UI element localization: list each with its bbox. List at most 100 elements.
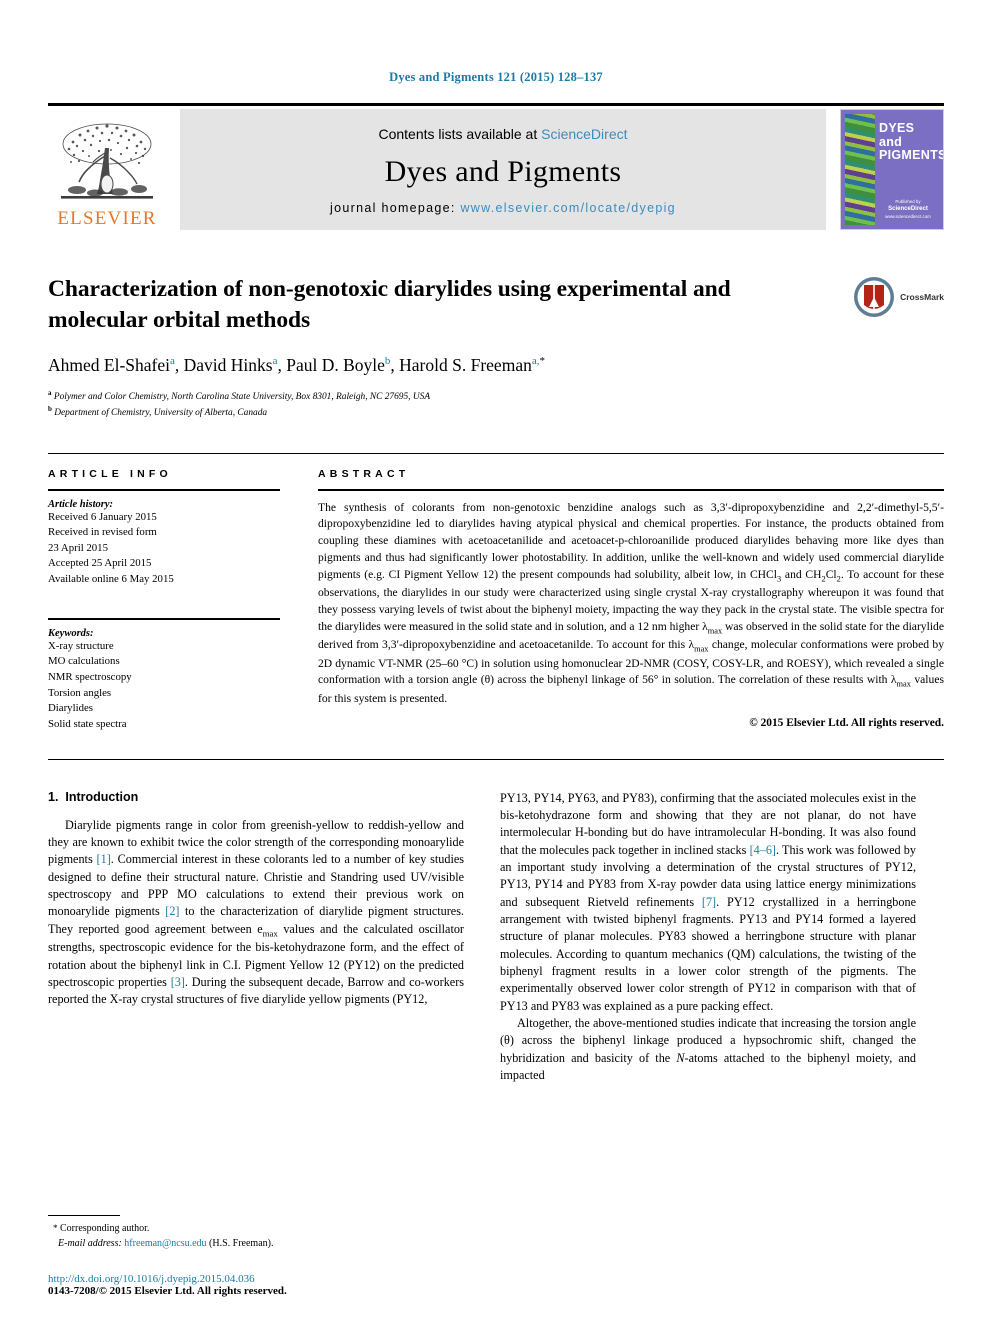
abstract-copyright: © 2015 Elsevier Ltd. All rights reserved…	[749, 716, 944, 729]
keyword-item: Diarylides	[48, 702, 93, 715]
doi-block: http://dx.doi.org/10.1016/j.dyepig.2015.…	[48, 1273, 464, 1297]
cover-foot-sciencedirect: ScienceDirect	[888, 206, 928, 213]
article-history-item: Received in revised form	[48, 526, 157, 539]
author-name: David Hinks	[183, 355, 273, 376]
intro-paragraph-left: Diarylide pigments range in color from g…	[48, 817, 464, 1009]
corresponding-author-marker[interactable]: *	[539, 355, 545, 367]
author-name: Harold S. Freeman	[399, 355, 532, 376]
body-two-columns: 1. Introduction Diarylide pigments range…	[48, 790, 944, 1150]
citation-ref-1[interactable]: [1]	[97, 852, 111, 866]
citation-ref-4-6[interactable]: [4–6]	[750, 843, 776, 857]
email-link[interactable]: hfreeman@ncsu.edu	[124, 1238, 206, 1249]
abstract-seg: Cl	[825, 567, 837, 581]
elsevier-logo: ELSEVIER	[48, 109, 166, 230]
cover-title: DYES and PIGMENTS	[879, 121, 944, 163]
abstract-text: The synthesis of colorants from non-geno…	[318, 500, 944, 708]
body-left-column: 1. Introduction Diarylide pigments range…	[48, 790, 464, 1150]
cover-art-strip	[845, 114, 875, 225]
cover-title-line1: DYES	[879, 121, 915, 135]
affiliation-text: Polymer and Color Chemistry, North Carol…	[53, 392, 431, 403]
keywords-label: Keywords:	[48, 627, 94, 639]
affiliation-list: a Polymer and Color Chemistry, North Car…	[48, 388, 944, 420]
issn-copyright-line: 0143-7208/© 2015 Elsevier Ltd. All right…	[48, 1285, 287, 1297]
contents-available-line: Contents lists available at ScienceDirec…	[378, 126, 627, 142]
intro-paragraph-right-1: PY13, PY14, PY63, and PY83), confirming …	[500, 790, 916, 1015]
affiliation-marker: b	[48, 405, 52, 414]
article-history-item: 23 April 2015	[48, 541, 108, 554]
keywords-rule	[48, 617, 280, 620]
cover-title-line2: and	[879, 134, 903, 149]
cover-footer: Published by ScienceDirect www.sciencedi…	[879, 199, 937, 221]
author-list: Ahmed El-Shafeia, David Hinksa, Paul D. …	[48, 355, 944, 376]
para-sub: max	[262, 928, 278, 939]
keywords-block: Keywords: X-ray structure MO calculation…	[48, 617, 280, 733]
elsevier-wordmark: ELSEVIER	[57, 208, 157, 229]
elsevier-tree-icon	[61, 123, 153, 199]
masthead-center-panel: Contents lists available at ScienceDirec…	[180, 109, 826, 230]
title-block: CrossMark Characterization of non-genoto…	[48, 274, 944, 421]
abstract-heading: ABSTRACT	[318, 467, 410, 480]
keyword-item: NMR spectroscopy	[48, 671, 132, 684]
affiliation-item: a Polymer and Color Chemistry, North Car…	[48, 388, 944, 404]
section-number: 1.	[48, 789, 59, 804]
article-info-heading: ARTICLE INFO	[48, 467, 172, 480]
cover-foot-published: Published by	[895, 198, 921, 204]
corresponding-author-note: * Corresponding author.	[48, 1221, 464, 1236]
crossmark-badge-group[interactable]: CrossMark	[853, 276, 944, 318]
page-title: Characterization of non-genotoxic diaryl…	[48, 276, 731, 333]
corr-star: *	[53, 1223, 58, 1233]
affiliation-text: Department of Chemistry, University of A…	[54, 408, 268, 419]
author-name: Ahmed El-Shafei	[48, 355, 170, 376]
citation-ref-7[interactable]: [7]	[702, 895, 716, 909]
journal-homepage-link[interactable]: www.elsevier.com/locate/dyepig	[460, 201, 675, 215]
sciencedirect-link[interactable]: ScienceDirect	[541, 126, 627, 142]
author-entry: David Hinksa,	[184, 355, 287, 375]
masthead-top-rule	[48, 103, 944, 106]
body-separator-rule	[48, 758, 944, 760]
journal-title: Dyes and Pigments	[384, 154, 622, 188]
crossmark-label: CrossMark	[900, 292, 944, 302]
keyword-item: Torsion angles	[48, 686, 112, 699]
cover-title-line3: PIGMENTS	[879, 148, 944, 162]
author-entry: Ahmed El-Shafeia,	[48, 355, 184, 375]
para-seg: . PY12 crystallized in a herringbone arr…	[500, 894, 916, 1013]
abstract-sub: max	[896, 679, 911, 689]
article-history-item: Available online 6 May 2015	[48, 573, 174, 586]
article-info-column: ARTICLE INFO Article history: Received 6…	[48, 454, 280, 733]
journal-cover-thumbnail: DYES and PIGMENTS Published by ScienceDi…	[840, 109, 944, 230]
info-abstract-region: ARTICLE INFO Article history: Received 6…	[48, 452, 944, 733]
author-sep: ,	[390, 355, 400, 376]
footnote-rule	[48, 1215, 120, 1216]
email-label: E-mail address:	[58, 1238, 122, 1249]
para-italic: N	[676, 1050, 685, 1065]
citation-ref-3[interactable]: [3]	[171, 975, 185, 989]
section-heading-introduction: 1. Introduction	[48, 790, 464, 804]
abstract-sub: max	[694, 644, 709, 654]
article-history-item: Accepted 25 April 2015	[48, 557, 152, 570]
running-head: Dyes and Pigments 121 (2015) 128–137	[389, 70, 603, 84]
contents-prefix: Contents lists available at	[378, 126, 542, 142]
author-entry: Harold S. Freemana,*	[399, 355, 545, 375]
doi-link[interactable]: http://dx.doi.org/10.1016/j.dyepig.2015.…	[48, 1273, 464, 1285]
abstract-column: ABSTRACT The synthesis of colorants from…	[318, 454, 944, 733]
abstract-seg: and CH	[781, 567, 822, 581]
keyword-item: Solid state spectra	[48, 717, 127, 730]
paper-page: Dyes and Pigments 121 (2015) 128–137 ELS…	[0, 0, 992, 1323]
keyword-item: X-ray structure	[48, 639, 114, 652]
abstract-rule	[318, 488, 944, 491]
author-sep: ,	[174, 355, 184, 376]
affiliation-marker: a	[48, 389, 52, 398]
cover-foot-url: www.sciencedirect.com	[885, 214, 931, 220]
affiliation-item: b Department of Chemistry, University of…	[48, 404, 944, 420]
crossmark-icon	[854, 277, 895, 317]
email-suffix: (H.S. Freeman).	[209, 1238, 274, 1249]
email-note: E-mail address: hfreeman@ncsu.edu (H.S. …	[48, 1236, 464, 1251]
corr-text: Corresponding author.	[60, 1223, 150, 1234]
article-history-item: Received 6 January 2015	[48, 510, 157, 523]
body-right-column: PY13, PY14, PY63, and PY83), confirming …	[500, 790, 916, 1150]
keyword-item: MO calculations	[48, 655, 120, 668]
abstract-sub: max	[707, 626, 723, 636]
citation-ref-2[interactable]: [2]	[165, 904, 179, 918]
section-title-text: Introduction	[65, 789, 139, 804]
article-history-label: Article history:	[48, 498, 114, 510]
